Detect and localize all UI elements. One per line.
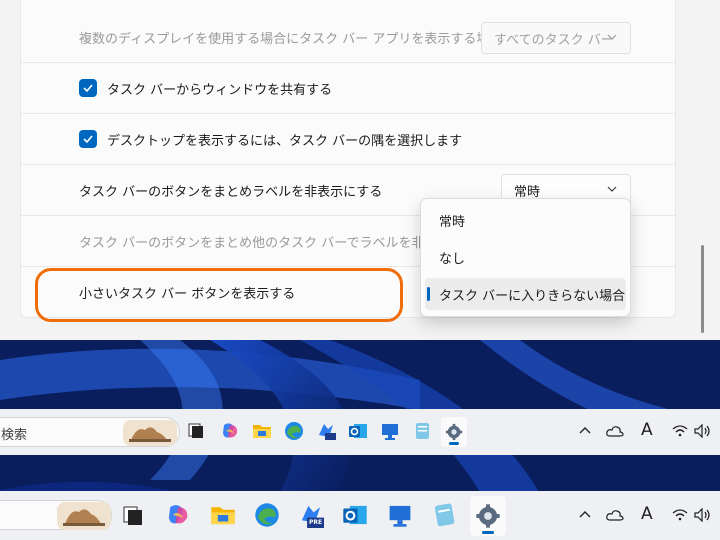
combine-buttons-dropdown: 常時 なし タスク バーに入りきらない場合 (420, 198, 631, 317)
pre-badge: PRE (309, 519, 323, 526)
chevron-up-icon[interactable] (578, 424, 592, 438)
ime-indicator[interactable]: A (641, 420, 653, 440)
task-view-icon[interactable] (188, 423, 204, 439)
scrollbar-thumb[interactable] (701, 245, 704, 333)
edge-icon[interactable] (254, 502, 280, 528)
copilot-pre-icon[interactable] (316, 421, 336, 441)
checkmark-icon (83, 84, 93, 93)
taskbar-search-box[interactable] (0, 500, 112, 530)
checkmark-icon (83, 135, 93, 144)
edge-icon[interactable] (284, 421, 304, 441)
taskbar-top: 検索 A (0, 409, 720, 455)
settings-gear-icon (476, 504, 500, 528)
setting-label: タスク バーからウィンドウを共有する (107, 82, 333, 98)
notepad-icon[interactable] (412, 421, 432, 441)
highlight-annotation (35, 268, 403, 322)
settings-app-button[interactable] (470, 496, 506, 536)
chevron-down-icon (607, 186, 617, 192)
option-label: なし (439, 251, 466, 267)
option-label: 常時 (439, 214, 466, 230)
chevron-down-icon (607, 34, 617, 40)
settings-app-button[interactable] (441, 417, 467, 447)
setting-label: タスク バーのボタンをまとめラベルを非表示にする (79, 184, 383, 200)
multi-display-select: すべてのタスク バー (481, 22, 631, 54)
dropdown-option-when-full[interactable]: タスク バーに入りきらない場合 (425, 278, 626, 310)
volume-icon[interactable] (694, 508, 712, 522)
share-window-checkbox[interactable] (79, 79, 97, 97)
dropdown-option-never[interactable]: なし (425, 241, 626, 273)
onedrive-icon[interactable] (606, 508, 624, 522)
onedrive-icon[interactable] (606, 424, 624, 438)
search-placeholder: 検索 (1, 428, 28, 443)
copilot-pre-icon[interactable]: PRE (298, 502, 324, 528)
copilot-icon[interactable] (165, 502, 191, 528)
select-value: 常時 (514, 184, 541, 200)
setting-row-multi-display: 複数のディスプレイを使用する場合にタスク バー アプリを表示する場所 すべてのタ… (21, 12, 675, 63)
volume-icon[interactable] (694, 424, 712, 438)
wifi-icon[interactable] (672, 424, 688, 438)
active-indicator (449, 442, 459, 445)
search-highlight-image (57, 502, 111, 530)
outlook-icon[interactable] (342, 502, 368, 528)
file-explorer-icon[interactable] (210, 503, 236, 527)
setting-label: デスクトップを表示するには、タスク バーの隅を選択します (107, 133, 463, 149)
wifi-icon[interactable] (672, 508, 688, 522)
taskbar-search-box[interactable]: 検索 (0, 417, 180, 447)
outlook-icon[interactable] (348, 421, 368, 441)
select-value: すべてのタスク バー (494, 32, 614, 48)
settings-gear-icon (445, 423, 463, 441)
active-indicator (482, 531, 494, 534)
search-highlight-image (123, 420, 177, 446)
file-explorer-icon[interactable] (252, 422, 272, 440)
copilot-icon[interactable] (220, 421, 240, 441)
taskbar-bottom: PRE A (0, 491, 720, 540)
show-desktop-checkbox[interactable] (79, 130, 97, 148)
remote-desktop-icon[interactable] (387, 502, 413, 528)
setting-row-show-desktop[interactable]: デスクトップを表示するには、タスク バーの隅を選択します (21, 114, 675, 165)
setting-label: タスク バーのボタンをまとめ他のタスク バーでラベルを非表示にす (79, 235, 477, 251)
chevron-up-icon[interactable] (578, 508, 592, 522)
settings-window: 複数のディスプレイを使用する場合にタスク バー アプリを表示する場所 すべてのタ… (0, 0, 720, 340)
task-view-icon[interactable] (123, 506, 143, 526)
ime-indicator[interactable]: A (641, 504, 653, 524)
remote-desktop-icon[interactable] (380, 421, 400, 441)
setting-row-share-window[interactable]: タスク バーからウィンドウを共有する (21, 63, 675, 114)
option-label: タスク バーに入りきらない場合 (439, 288, 626, 304)
dropdown-option-always[interactable]: 常時 (425, 204, 626, 236)
notepad-icon[interactable] (431, 502, 457, 528)
setting-label: 複数のディスプレイを使用する場合にタスク バー アプリを表示する場所 (79, 31, 503, 47)
